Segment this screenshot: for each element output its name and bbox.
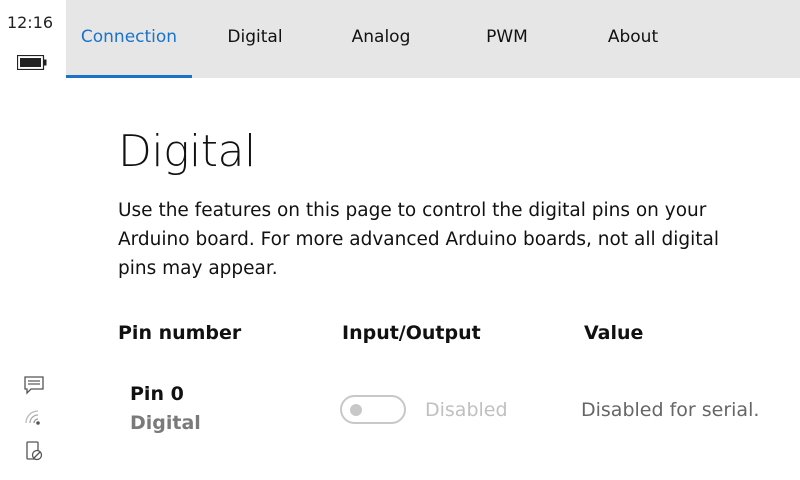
- pin-value: Disabled for serial.: [581, 399, 760, 421]
- wifi-icon[interactable]: [23, 406, 45, 428]
- page-description: Use the features on this page to control…: [118, 200, 719, 279]
- status-bar: 12:16: [0, 0, 66, 480]
- toggle-knob: [350, 404, 362, 416]
- tab-about[interactable]: About: [570, 0, 696, 78]
- toggle-state-label: Disabled: [425, 399, 508, 421]
- header-input-output: Input/Output: [342, 322, 481, 344]
- pin-name: Pin 0: [130, 383, 184, 405]
- tab-analog[interactable]: Analog: [318, 0, 444, 78]
- message-icon[interactable]: [23, 374, 45, 396]
- tab-digital[interactable]: Digital: [192, 0, 318, 78]
- tab-connection[interactable]: Connection: [66, 0, 192, 78]
- phone-blocked-icon[interactable]: [23, 440, 45, 462]
- page-title: Digital: [118, 126, 256, 177]
- header-pin-number: Pin number: [118, 322, 242, 344]
- clock: 12:16: [6, 13, 54, 32]
- pin-type: Digital: [130, 412, 201, 434]
- header-value: Value: [584, 322, 644, 344]
- tab-pwm[interactable]: PWM: [444, 0, 570, 78]
- io-toggle-switch[interactable]: [340, 395, 406, 424]
- battery-icon: [17, 55, 47, 70]
- tab-bar: Connection Digital Analog PWM About: [66, 0, 800, 78]
